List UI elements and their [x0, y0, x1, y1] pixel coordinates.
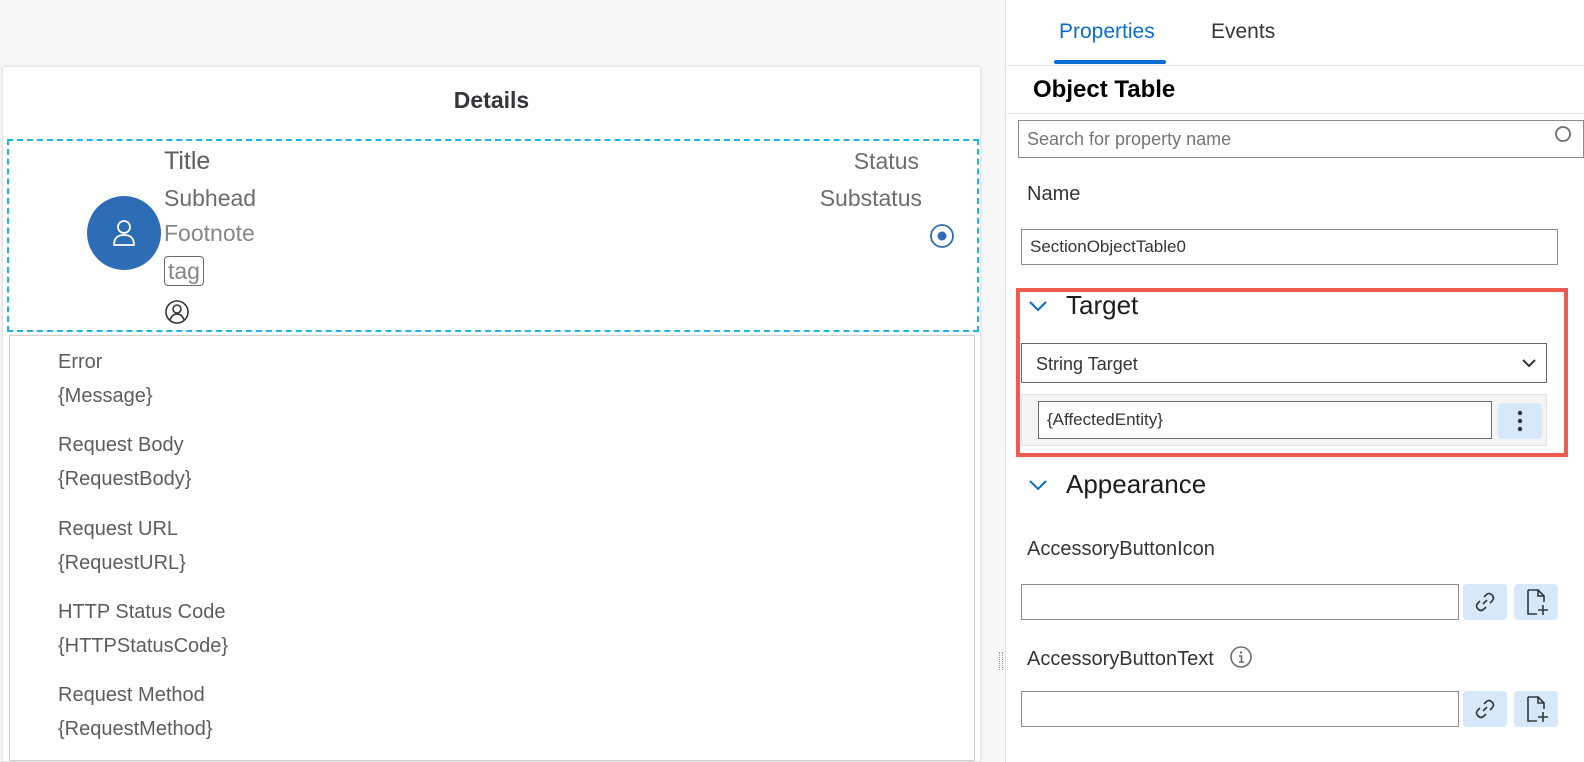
dropdown-caret-icon	[1522, 359, 1536, 368]
target-section-title: Target	[1066, 290, 1139, 320]
target-section-header[interactable]: Target	[1028, 290, 1138, 321]
app-root: Details Title Subhead Footnote tag Statu…	[0, 0, 1584, 762]
more-vertical-icon	[1517, 410, 1523, 432]
person-icon	[113, 220, 135, 246]
panel-tabs: Properties Events	[1006, 0, 1584, 66]
target-type-select[interactable]: String Target	[1021, 343, 1547, 383]
property-search-input[interactable]	[1018, 120, 1584, 158]
add-document-icon	[1527, 696, 1548, 722]
kv-label: Error	[58, 351, 103, 373]
kv-item: Error {Message}	[58, 348, 153, 410]
accessory-button-text-label: AccessoryButtonText	[1027, 645, 1253, 671]
target-value-input[interactable]	[1038, 401, 1492, 439]
page-preview: Details Title Subhead Footnote tag Statu…	[2, 66, 981, 762]
accessory-button-icon-input[interactable]	[1021, 584, 1459, 620]
design-canvas: Details Title Subhead Footnote tag Statu…	[0, 0, 1003, 762]
search-icon[interactable]	[1551, 124, 1573, 146]
add-document-icon	[1527, 589, 1548, 615]
appearance-section-title: Appearance	[1066, 469, 1207, 499]
kv-label: Request URL	[58, 518, 179, 540]
tab-properties[interactable]: Properties	[1059, 20, 1155, 44]
cell-status: Status	[853, 148, 919, 174]
page-title: Details	[453, 87, 530, 113]
key-value-section[interactable]: Error {Message} Request Body {RequestBod…	[9, 335, 975, 761]
kv-value: {RequestURL}	[58, 552, 186, 574]
active-tab-indicator	[1054, 60, 1166, 64]
info-icon[interactable]	[1229, 645, 1253, 669]
divider	[1006, 113, 1584, 114]
add-file-button[interactable]	[1514, 691, 1558, 727]
name-label: Name	[1027, 183, 1081, 205]
target-type-value: String Target	[1036, 354, 1138, 374]
cell-substatus: Substatus	[819, 185, 922, 211]
radio-indicator-icon[interactable]	[929, 223, 955, 249]
user-circle-icon	[165, 300, 189, 324]
kv-label: HTTP Status Code	[58, 601, 226, 623]
kv-value: {RequestMethod}	[58, 718, 213, 740]
link-icon	[1475, 592, 1495, 612]
kv-item: Request URL {RequestURL}	[58, 515, 186, 577]
kv-value: {HTTPStatusCode}	[58, 635, 229, 657]
kv-item: Request Method {RequestMethod}	[58, 681, 213, 743]
accessory-button-icon-label: AccessoryButtonIcon	[1027, 538, 1215, 560]
add-file-button[interactable]	[1514, 584, 1558, 620]
cell-title: Title	[164, 147, 211, 175]
bind-link-button[interactable]	[1463, 691, 1507, 727]
tab-events[interactable]: Events	[1211, 20, 1275, 44]
avatar	[87, 196, 161, 270]
appearance-section-header[interactable]: Appearance	[1028, 469, 1206, 500]
object-cell[interactable]: Title Subhead Footnote tag Status Substa…	[7, 139, 979, 332]
target-value-row	[1021, 394, 1547, 446]
cell-subhead: Subhead	[164, 185, 257, 211]
accessory-button-text-label-text: AccessoryButtonText	[1027, 648, 1214, 670]
more-options-button[interactable]	[1498, 403, 1542, 439]
chevron-down-icon	[1029, 300, 1047, 311]
kv-label: Request Body	[58, 434, 184, 456]
kv-value: {Message}	[58, 385, 153, 407]
link-icon	[1475, 699, 1495, 719]
kv-label: Request Method	[58, 684, 205, 706]
bind-link-button[interactable]	[1463, 584, 1507, 620]
panel-resize-handle[interactable]	[999, 652, 1003, 670]
kv-value: {RequestBody}	[58, 468, 192, 490]
chevron-down-icon	[1029, 479, 1047, 490]
name-input[interactable]	[1021, 229, 1558, 265]
kv-item: HTTP Status Code {HTTPStatusCode}	[58, 598, 228, 660]
properties-panel: Properties Events Object Table Name Targ…	[1006, 0, 1584, 762]
cell-tag: tag	[164, 256, 204, 286]
accessory-button-text-input[interactable]	[1021, 691, 1459, 727]
panel-heading: Object Table	[1033, 76, 1176, 103]
kv-item: Request Body {RequestBody}	[58, 431, 191, 493]
cell-footnote: Footnote	[164, 220, 255, 246]
